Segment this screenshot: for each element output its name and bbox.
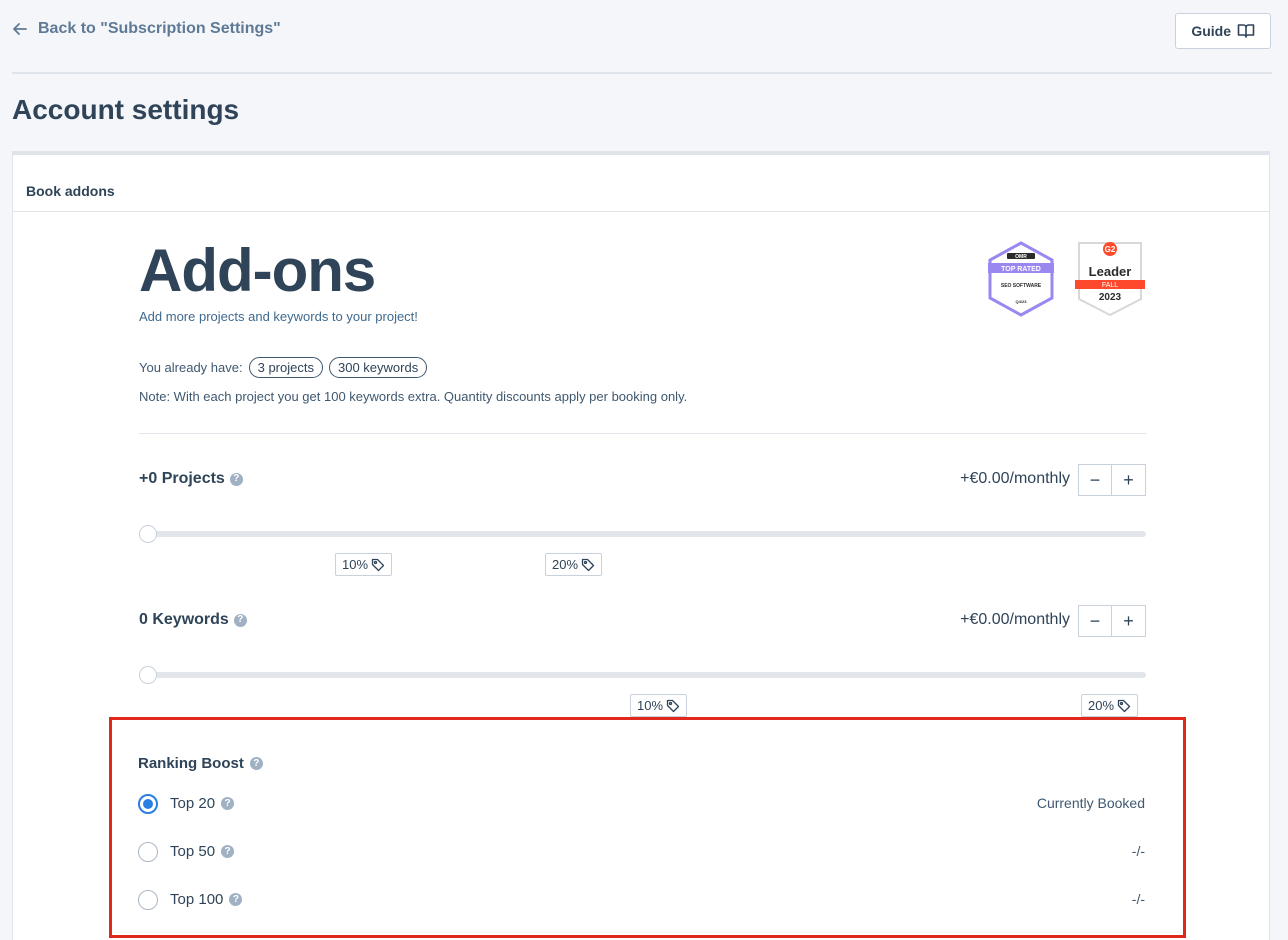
- projects-slider-thumb[interactable]: [139, 525, 157, 543]
- projects-discount-10: 10%: [335, 553, 393, 576]
- current-allocation: You already have: 3 projects 300 keyword…: [139, 357, 428, 378]
- keywords-slider-track[interactable]: [139, 672, 1146, 678]
- keywords-price: +€0.00/monthly: [960, 611, 1070, 628]
- tag-icon: [666, 699, 680, 712]
- boost-option-top-100[interactable]: Top 100 ? -/-: [138, 888, 1145, 912]
- g2-season: FALL: [1102, 282, 1118, 289]
- help-icon[interactable]: ?: [221, 845, 235, 858]
- keywords-pill: 300 keywords: [328, 357, 428, 378]
- keywords-label-text: 0 Keywords: [139, 611, 229, 628]
- keywords-stepper: − +: [1078, 605, 1146, 637]
- omr-top-rated-badge: OMR TOP RATED SEO SOFTWARE Q4/23: [988, 241, 1054, 317]
- option-status: -/-: [1131, 891, 1145, 907]
- boost-option-top-20[interactable]: Top 20 ? Currently Booked: [138, 792, 1145, 816]
- keywords-discount-10: 10%: [630, 694, 688, 717]
- omr-category: SEO SOFTWARE: [1001, 283, 1042, 289]
- tag-icon: [581, 558, 595, 571]
- guide-button-label: Guide: [1191, 23, 1231, 39]
- g2-year: 2023: [1099, 292, 1122, 303]
- keywords-decrement-button[interactable]: −: [1078, 605, 1112, 637]
- help-icon[interactable]: ?: [221, 797, 235, 810]
- discount-label: 20%: [1088, 698, 1115, 713]
- option-label-text: Top 20: [170, 795, 216, 812]
- hero-title: Add-ons: [139, 237, 376, 304]
- help-icon[interactable]: ?: [229, 893, 243, 906]
- option-label: Top 50 ?: [170, 843, 235, 860]
- projects-slider-track[interactable]: [139, 531, 1146, 537]
- g2-brand: G2: [1105, 245, 1116, 254]
- radio-top-20[interactable]: [138, 794, 158, 814]
- tag-icon: [371, 558, 385, 571]
- arrow-left-icon: [13, 23, 27, 35]
- keywords-label: 0 Keywords ?: [139, 611, 247, 629]
- omr-label: TOP RATED: [1001, 266, 1041, 273]
- card-header: Book addons: [13, 155, 1269, 212]
- discount-label: 10%: [637, 698, 664, 713]
- discount-label: 20%: [552, 557, 579, 572]
- projects-discount-20: 20%: [545, 553, 603, 576]
- option-status: -/-: [1131, 843, 1145, 859]
- option-label-text: Top 100: [170, 891, 224, 908]
- help-icon[interactable]: ?: [249, 757, 263, 770]
- discount-note: Note: With each project you get 100 keyw…: [139, 389, 688, 404]
- g2-leader-badge: G2 Leader FALL 2023: [1075, 242, 1145, 317]
- back-link-label: Back to "Subscription Settings": [38, 20, 281, 37]
- option-label-text: Top 50: [170, 843, 216, 860]
- back-link[interactable]: Back to "Subscription Settings": [12, 20, 281, 38]
- omr-period: Q4/23: [1016, 299, 1028, 304]
- keywords-discount-20: 20%: [1081, 694, 1139, 717]
- projects-price: +€0.00/monthly: [960, 470, 1070, 487]
- tag-icon: [1117, 699, 1131, 712]
- ranking-boost-title-text: Ranking Boost: [138, 755, 244, 772]
- divider: [139, 433, 1146, 434]
- current-prefix: You already have:: [139, 360, 243, 375]
- keywords-slider-thumb[interactable]: [139, 666, 157, 684]
- projects-stepper: − +: [1078, 464, 1146, 496]
- radio-top-100[interactable]: [138, 890, 158, 910]
- option-label: Top 100 ?: [170, 891, 243, 908]
- option-label: Top 20 ?: [170, 795, 235, 812]
- guide-button[interactable]: Guide: [1175, 13, 1271, 49]
- projects-label-text: +0 Projects: [139, 470, 225, 487]
- ranking-boost-title: Ranking Boost ?: [138, 755, 263, 772]
- book-open-icon: [1237, 24, 1255, 38]
- discount-label: 10%: [342, 557, 369, 572]
- projects-decrement-button[interactable]: −: [1078, 464, 1112, 496]
- projects-pill: 3 projects: [248, 357, 323, 378]
- keywords-increment-button[interactable]: +: [1112, 605, 1146, 637]
- omr-brand: OMR: [1015, 254, 1027, 260]
- help-icon[interactable]: ?: [233, 613, 247, 627]
- g2-title: Leader: [1089, 264, 1132, 279]
- option-status: Currently Booked: [1036, 795, 1145, 811]
- hero-subtitle: Add more projects and keywords to your p…: [139, 309, 418, 324]
- projects-increment-button[interactable]: +: [1112, 464, 1146, 496]
- boost-option-top-50[interactable]: Top 50 ? -/-: [138, 840, 1145, 864]
- top-bar: Back to "Subscription Settings" Guide: [12, 0, 1272, 74]
- projects-label: +0 Projects ?: [139, 470, 243, 488]
- radio-top-50[interactable]: [138, 842, 158, 862]
- help-icon[interactable]: ?: [229, 472, 243, 486]
- page-title: Account settings: [12, 94, 240, 125]
